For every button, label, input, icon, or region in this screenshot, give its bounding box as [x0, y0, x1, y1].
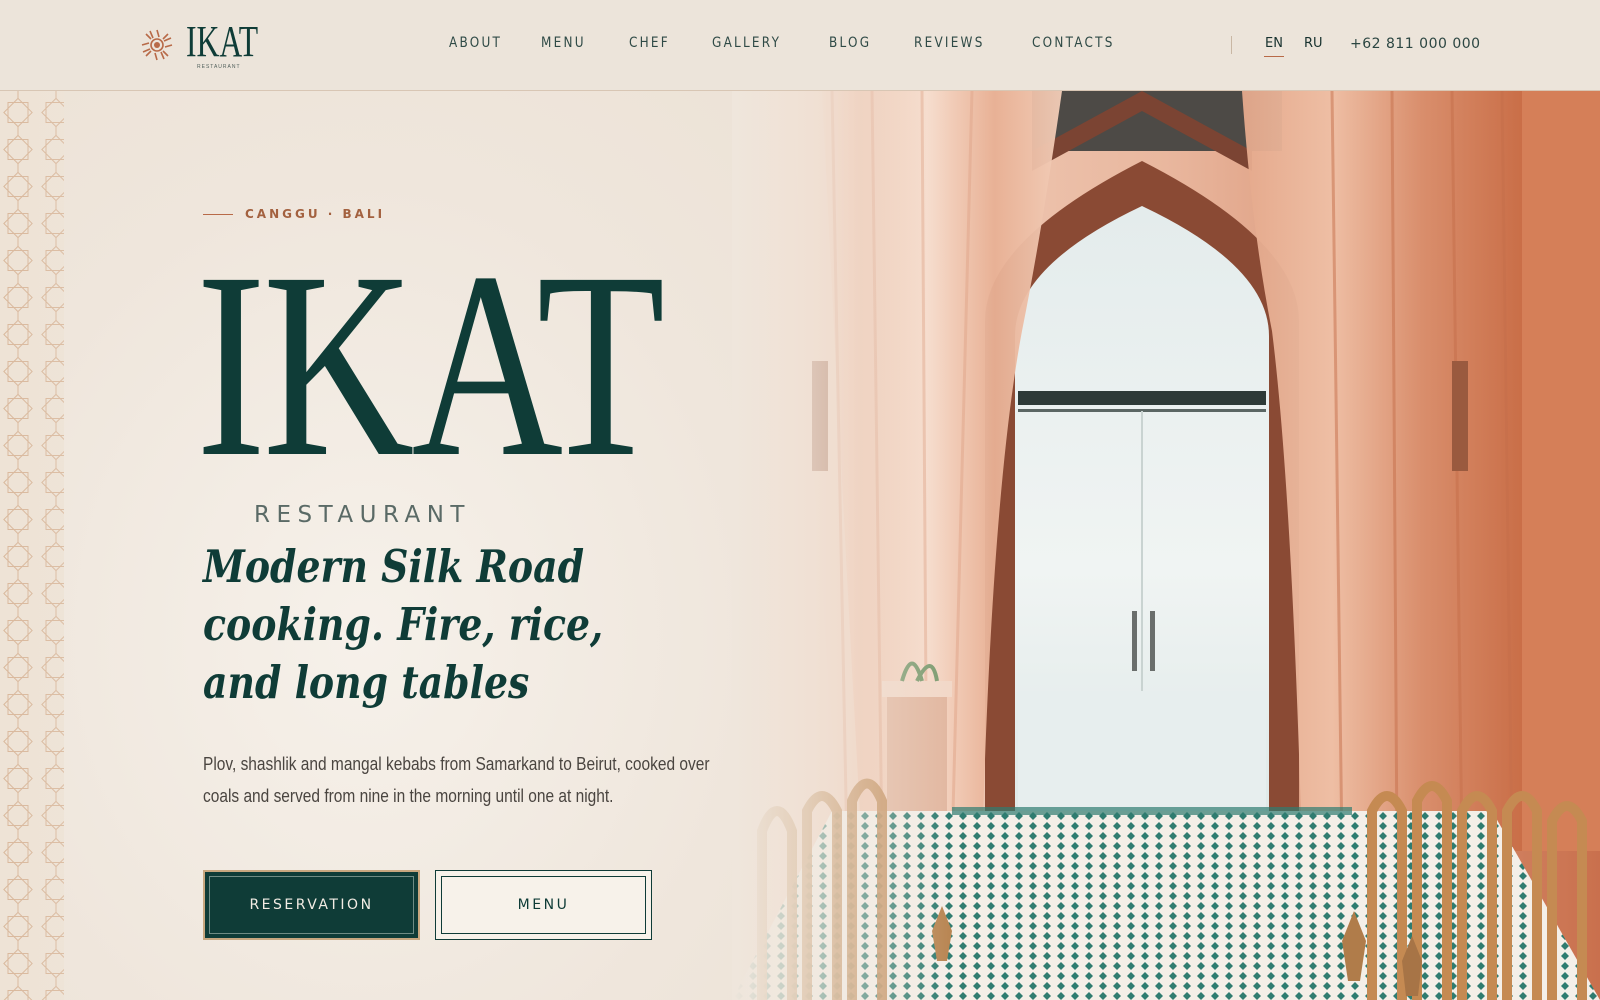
language-en[interactable]: EN: [1264, 36, 1284, 57]
nav-reviews[interactable]: REVIEWS: [914, 34, 985, 52]
main-nav: ABOUT MENU CHEF GALLERY BLOG REVIEWS CON…: [449, 34, 1164, 52]
nav-about[interactable]: ABOUT: [449, 34, 502, 52]
nav-blog[interactable]: BLOG: [829, 34, 871, 52]
description-line: Plov, shashlik and mangal kebabs from Sa…: [203, 754, 710, 774]
nav-gallery[interactable]: GALLERY: [712, 34, 781, 52]
hero-tagline: Modern Silk Road cooking. Fire, rice, an…: [203, 538, 604, 712]
tagline-line: Modern Silk Road: [203, 540, 585, 593]
star-lattice-pattern: [0, 91, 64, 1000]
hero-subtitle: RESTAURANT: [254, 502, 471, 528]
phone-number[interactable]: +62 811 000 000: [1350, 36, 1481, 52]
nav-menu[interactable]: MENU: [541, 34, 586, 52]
hero-title: IKAT: [196, 217, 665, 512]
language-ru[interactable]: RU: [1304, 36, 1323, 51]
tagline-line: cooking. Fire, rice,: [203, 598, 604, 651]
logo-wordmark: IKAT: [186, 17, 259, 66]
hero-description: Plov, shashlik and mangal kebabs from Sa…: [203, 748, 723, 812]
description-line: coals and served from nine in the mornin…: [203, 786, 614, 806]
tagline-line: and long tables: [203, 656, 530, 709]
site-header: IKAT RESTAURANT ABOUT MENU CHEF GALLERY …: [0, 0, 1600, 91]
menu-button[interactable]: MENU: [435, 870, 652, 940]
photo-fade-overlay: [732, 91, 952, 1000]
nav-contacts[interactable]: CONTACTS: [1032, 34, 1115, 52]
sun-logo-icon: [141, 29, 173, 61]
logo[interactable]: IKAT RESTAURANT: [140, 20, 258, 72]
eyebrow-line: [203, 213, 233, 215]
reservation-button[interactable]: RESERVATION: [203, 870, 420, 940]
logo-subtitle: RESTAURANT: [197, 64, 241, 70]
nav-chef[interactable]: CHEF: [629, 34, 670, 52]
header-divider: [1231, 36, 1232, 54]
